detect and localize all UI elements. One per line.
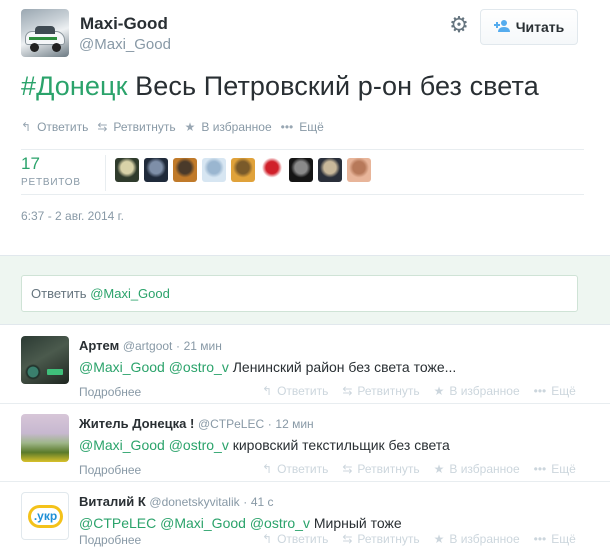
reply-mentions[interactable]: @Maxi_Good @ostro_v: [79, 437, 229, 453]
more-icon: •••: [533, 384, 547, 398]
reply-mentions[interactable]: @CTPeLEC @Maxi_Good @ostro_v: [79, 515, 310, 531]
add-user-icon: [493, 19, 510, 35]
reply-time[interactable]: 41 с: [251, 495, 274, 509]
reply-time[interactable]: 12 мин: [275, 417, 313, 431]
retweeter-avatar[interactable]: [318, 158, 342, 182]
favorite-action[interactable]: ★ В избранное: [434, 462, 520, 476]
reply-icon: ↰: [262, 462, 273, 476]
star-icon: ★: [184, 120, 196, 134]
follow-button[interactable]: Читать: [480, 9, 578, 45]
reply-icon: ↰: [262, 532, 273, 546]
retweet-action[interactable]: ⇆ Ретвитнуть: [97, 120, 175, 134]
favorite-action[interactable]: ★ В избранное: [434, 384, 520, 398]
reply-time[interactable]: 21 мин: [184, 339, 222, 353]
reply-text: @Maxi_Good @ostro_v Ленинский район без …: [79, 359, 457, 375]
reply-author-name[interactable]: Виталий К: [79, 494, 146, 509]
retweet-count[interactable]: 17: [21, 154, 40, 174]
reply-actions: ↰ Ответить ⇆ Ретвитнуть ★ В избранное ••• Ещ…: [262, 532, 590, 546]
reply-avatar[interactable]: [21, 414, 69, 462]
retweet-icon: ⇆: [342, 462, 353, 476]
reply-text: @Maxi_Good @ostro_v кировский текстильщи…: [79, 437, 450, 453]
reply-icon: ↰: [21, 120, 32, 134]
reply-action[interactable]: ↰ Ответить: [262, 532, 328, 546]
retweeter-avatar[interactable]: [289, 158, 313, 182]
retweeter-avatar[interactable]: [202, 158, 226, 182]
author-name[interactable]: Maxi-Good: [80, 14, 168, 34]
retweet-icon: ⇆: [342, 384, 353, 398]
tweet-timestamp[interactable]: 6:37 - 2 авг. 2014 г.: [21, 209, 124, 223]
reply-actions: ↰ Ответить ⇆ Ретвитнуть ★ В избранное ••• Ещ…: [262, 462, 590, 476]
reply-author-name[interactable]: Артем: [79, 338, 119, 353]
reply-mentions[interactable]: @Maxi_Good @ostro_v: [79, 359, 229, 375]
reply-author-handle[interactable]: @donetskyvitalik: [149, 495, 239, 509]
reply-icon: ↰: [262, 384, 273, 398]
retweet-label: РЕТВИТОВ: [21, 177, 81, 188]
reply-avatar[interactable]: [21, 336, 69, 384]
reply-area: Ответить @Maxi_Good: [0, 255, 610, 325]
expand-link[interactable]: Подробнее: [79, 533, 141, 547]
expand-link[interactable]: Подробнее: [79, 385, 141, 399]
reply-input[interactable]: Ответить @Maxi_Good: [21, 275, 578, 312]
retweeter-avatar[interactable]: [347, 158, 371, 182]
reply-item[interactable]: .укр Виталий К @donetskyvitalik · 41 с @…: [0, 482, 610, 555]
star-icon: ★: [433, 532, 445, 546]
star-icon: ★: [433, 384, 445, 398]
tweet-body: Весь Петровский р-он без света: [127, 71, 539, 101]
more-action[interactable]: ••• Ещё: [534, 384, 576, 398]
main-tweet: Maxi-Good @Maxi_Good ⚙ Читать #Донецк Ве…: [0, 0, 610, 255]
more-action[interactable]: ••• Ещё: [534, 532, 576, 546]
more-icon: •••: [533, 532, 547, 546]
reply-item[interactable]: Артем @artgoot · 21 мин @Maxi_Good @ostr…: [0, 326, 610, 404]
retweeter-avatar[interactable]: [260, 158, 284, 182]
reply-action[interactable]: ↰ Ответить: [262, 462, 328, 476]
ukr-logo: .укр: [28, 505, 63, 528]
favorite-action[interactable]: ★ В избранное: [434, 532, 520, 546]
reply-text: @CTPeLEC @Maxi_Good @ostro_v Мирный тоже: [79, 515, 402, 531]
reply-avatar[interactable]: .укр: [21, 492, 69, 540]
reply-actions: ↰ Ответить ⇆ Ретвитнуть ★ В избранное ••• Ещ…: [262, 384, 590, 398]
retweeter-avatar[interactable]: [115, 158, 139, 182]
author-handle[interactable]: @Maxi_Good: [79, 36, 171, 53]
reply-author-name[interactable]: Житель Донецка !: [79, 416, 194, 431]
star-icon: ★: [433, 462, 445, 476]
retweeter-avatar[interactable]: [231, 158, 255, 182]
more-icon: •••: [533, 462, 547, 476]
reply-action[interactable]: ↰ Ответить: [21, 120, 88, 134]
retweet-icon: ⇆: [342, 532, 353, 546]
more-icon: •••: [280, 120, 294, 134]
retweeter-avatar[interactable]: [144, 158, 168, 182]
reply-author-handle[interactable]: @CTPeLEC: [198, 417, 264, 431]
follow-label: Читать: [515, 19, 565, 35]
reply-item[interactable]: Житель Донецка ! @CTPeLEC · 12 мин @Maxi…: [0, 404, 610, 482]
favorite-action[interactable]: ★ В избранное: [185, 120, 272, 134]
retweeter-avatars: [115, 158, 371, 182]
hashtag-link[interactable]: #Донецк: [21, 71, 128, 101]
expand-link[interactable]: Подробнее: [79, 463, 141, 477]
author-avatar[interactable]: [21, 9, 69, 57]
retweet-action[interactable]: ⇆ Ретвитнуть: [342, 384, 419, 398]
reply-action[interactable]: ↰ Ответить: [262, 384, 328, 398]
retweet-icon: ⇆: [97, 120, 108, 134]
retweet-action[interactable]: ⇆ Ретвитнуть: [342, 462, 419, 476]
reply-author-handle[interactable]: @artgoot: [123, 339, 173, 353]
tweet-text: #Донецк Весь Петровский р-он без света: [21, 71, 539, 102]
gear-icon[interactable]: ⚙: [447, 13, 471, 37]
more-action[interactable]: ••• Ещё: [281, 120, 324, 134]
retweet-action[interactable]: ⇆ Ретвитнуть: [342, 532, 419, 546]
tweet-actions: ↰ Ответить ⇆ Ретвитнуть ★ В избранное ••• Ещ…: [21, 120, 324, 134]
tweet-stats: 17 РЕТВИТОВ: [21, 149, 584, 195]
retweeter-avatar[interactable]: [173, 158, 197, 182]
more-action[interactable]: ••• Ещё: [534, 462, 576, 476]
